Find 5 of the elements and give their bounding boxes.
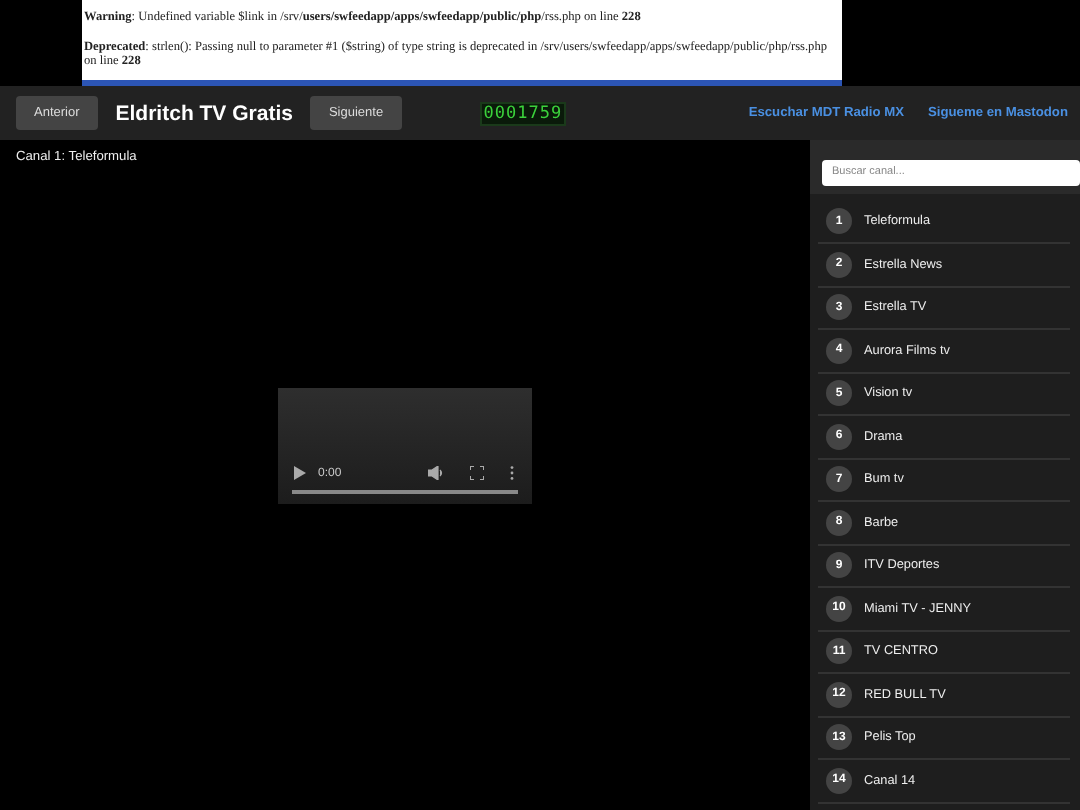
site-title: Eldritch TV Gratis	[115, 101, 293, 125]
visit-counter: 0001759	[479, 101, 567, 125]
play-icon[interactable]	[294, 466, 306, 480]
volume-icon[interactable]	[428, 466, 444, 480]
fullscreen-icon[interactable]	[470, 466, 484, 480]
